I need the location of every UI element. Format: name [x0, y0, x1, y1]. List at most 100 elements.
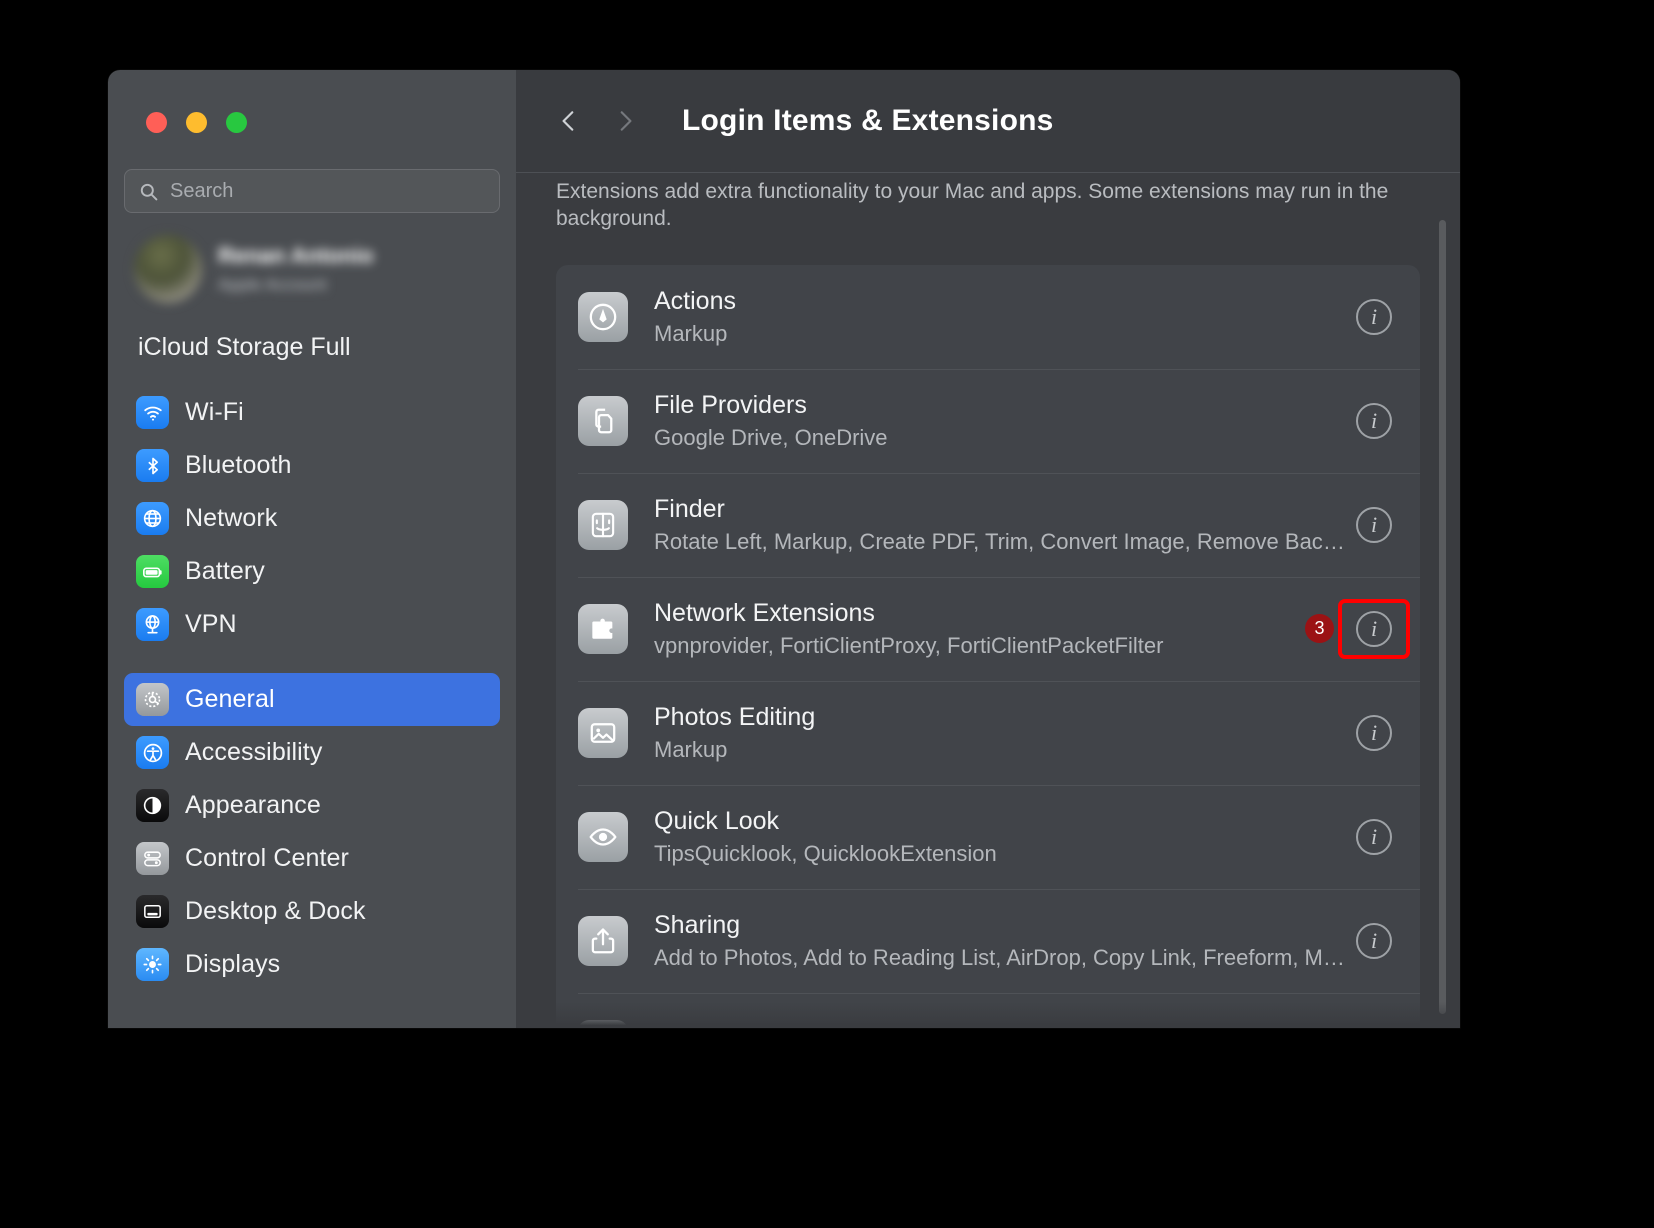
- info-icon[interactable]: i: [1356, 714, 1392, 751]
- file-providers-icon: [578, 395, 628, 446]
- info-button-wrap[interactable]: i: [1356, 506, 1392, 543]
- extension-row-quick-look-right: i: [1356, 818, 1392, 855]
- sidebar-item-label: Wi-Fi: [185, 398, 244, 426]
- eye-icon: [578, 811, 628, 862]
- sidebar-item-label: VPN: [185, 610, 237, 638]
- vpn-globe-icon: [136, 608, 169, 641]
- info-icon[interactable]: i: [1356, 922, 1392, 959]
- info-icon[interactable]: i: [1356, 1026, 1392, 1028]
- markup-pen-icon: [578, 291, 628, 342]
- extension-text: Actions Markup: [654, 287, 1356, 347]
- sidebar-item-accessibility[interactable]: Accessibility: [124, 726, 500, 779]
- info-button-wrap[interactable]: i: [1356, 818, 1392, 855]
- sidebar-item-desktop-dock[interactable]: Desktop & Dock: [124, 885, 500, 938]
- sidebar-item-bluetooth[interactable]: Bluetooth: [124, 439, 500, 492]
- share-icon: [578, 915, 628, 966]
- extension-row-file-providers-right: i: [1356, 402, 1392, 439]
- spotlight-icon: [578, 1019, 628, 1028]
- sidebar-item-vpn[interactable]: VPN: [124, 598, 500, 651]
- sidebar-item-label: Desktop & Dock: [185, 897, 366, 925]
- sidebar: Renan Antonio Apple Account iCloud Stora…: [108, 70, 516, 1028]
- sidebar-item-battery[interactable]: Battery: [124, 545, 500, 598]
- sidebar-item-network[interactable]: Network: [124, 492, 500, 545]
- sidebar-item-label: Bluetooth: [185, 451, 292, 479]
- extension-row-finder[interactable]: Finder Rotate Left, Markup, Create PDF, …: [556, 472, 1420, 577]
- sidebar-group-system: General Accessibility Appearance Control…: [124, 673, 500, 991]
- info-icon[interactable]: i: [1356, 818, 1392, 855]
- puzzle-piece-icon: [578, 603, 628, 654]
- extension-row-photos-editing[interactable]: Photos Editing Markup i: [556, 680, 1420, 785]
- extension-row-finder-right: i: [1356, 506, 1392, 543]
- extension-row-quick-look[interactable]: Quick Look TipsQuicklook, QuicklookExten…: [556, 784, 1420, 889]
- sidebar-item-appearance[interactable]: Appearance: [124, 779, 500, 832]
- info-icon[interactable]: i: [1356, 506, 1392, 543]
- zoom-button[interactable]: [226, 112, 247, 133]
- sidebar-item-label: Displays: [185, 950, 281, 978]
- extension-text: Finder Rotate Left, Markup, Create PDF, …: [654, 495, 1356, 555]
- vertical-scrollbar[interactable]: [1439, 220, 1446, 1014]
- desktop-dock-icon: [136, 895, 169, 928]
- account-subtitle: Apple Account: [218, 275, 327, 294]
- sidebar-item-control-center[interactable]: Control Center: [124, 832, 500, 885]
- close-button[interactable]: [146, 112, 167, 133]
- toolbar: Login Items & Extensions: [516, 70, 1460, 173]
- extension-text: Sharing Add to Photos, Add to Reading Li…: [654, 911, 1356, 971]
- sidebar-item-label: Control Center: [185, 844, 349, 872]
- account-name: Renan Antonio: [218, 243, 374, 268]
- account-text: Renan Antonio Apple Account: [218, 243, 374, 295]
- info-button-wrap[interactable]: i: [1356, 298, 1392, 335]
- extension-subtitle: Add to Photos, Add to Reading List, AirD…: [654, 944, 1345, 970]
- extension-row-spotlight[interactable]: Spotlight i: [556, 992, 1420, 1028]
- info-icon[interactable]: i: [1356, 402, 1392, 439]
- search-input[interactable]: [170, 179, 485, 203]
- info-button-wrap[interactable]: i: [1356, 922, 1392, 959]
- chevron-left-icon[interactable]: [556, 108, 582, 134]
- info-icon[interactable]: i: [1356, 298, 1392, 335]
- extension-title: Finder: [654, 494, 725, 523]
- page-title: Login Items & Extensions: [682, 104, 1054, 137]
- info-button-wrap[interactable]: i: [1356, 402, 1392, 439]
- search-field[interactable]: [124, 169, 500, 213]
- extension-title: Photos Editing: [654, 702, 816, 731]
- wifi-icon: [136, 396, 169, 429]
- info-button-wrap[interactable]: i: [1356, 714, 1392, 751]
- sidebar-nav: Wi-Fi Bluetooth Network Battery VPN Gene…: [108, 386, 516, 991]
- extension-text: Network Extensions vpnprovider, FortiCli…: [654, 599, 1305, 659]
- chevron-right-icon[interactable]: [612, 108, 638, 134]
- sidebar-item-label: Accessibility: [185, 738, 323, 766]
- sidebar-item-wifi[interactable]: Wi-Fi: [124, 386, 500, 439]
- status-badge: 3: [1305, 614, 1334, 644]
- system-settings-window: Renan Antonio Apple Account iCloud Stora…: [108, 70, 1460, 1028]
- detail-pane: Extensions Extensions add extra function…: [516, 70, 1460, 1028]
- sidebar-bottom-fade: [108, 1010, 516, 1028]
- extension-row-network-extensions[interactable]: Network Extensions vpnprovider, FortiCli…: [556, 576, 1420, 681]
- extension-row-actions[interactable]: Actions Markup i: [556, 265, 1420, 369]
- appearance-icon: [136, 789, 169, 822]
- extensions-list: Actions Markup i File Providers Google D…: [556, 264, 1420, 1028]
- extension-title: Quick Look: [654, 806, 780, 835]
- sidebar-item-label: Appearance: [185, 791, 321, 819]
- extension-text: Photos Editing Markup: [654, 703, 1356, 763]
- sidebar-item-displays[interactable]: Displays: [124, 938, 500, 991]
- extension-row-spotlight-right: i: [1356, 1026, 1392, 1028]
- sidebar-item-label: Battery: [185, 557, 265, 585]
- extension-subtitle: Google Drive, OneDrive: [654, 424, 888, 450]
- info-icon[interactable]: i: [1356, 610, 1392, 647]
- extension-row-sharing[interactable]: Sharing Add to Photos, Add to Reading Li…: [556, 888, 1420, 993]
- gear-icon: [136, 683, 169, 716]
- sidebar-item-label: General: [185, 685, 275, 713]
- extension-row-file-providers[interactable]: File Providers Google Drive, OneDrive i: [556, 368, 1420, 473]
- accessibility-icon: [136, 736, 169, 769]
- sidebar-item-general[interactable]: General: [124, 673, 500, 726]
- extension-row-sharing-right: i: [1356, 922, 1392, 959]
- info-button-wrap-highlighted[interactable]: i: [1338, 598, 1410, 659]
- sidebar-group-connectivity: Wi-Fi Bluetooth Network Battery VPN: [124, 386, 500, 651]
- extension-row-photos-editing-right: i: [1356, 714, 1392, 751]
- minimize-button[interactable]: [186, 112, 207, 133]
- detail-scroll-area[interactable]: Extensions Extensions add extra function…: [516, 139, 1460, 1028]
- info-button-wrap[interactable]: i: [1356, 1026, 1392, 1028]
- account-row[interactable]: Renan Antonio Apple Account: [134, 235, 516, 303]
- extension-title: Network Extensions: [654, 598, 875, 627]
- traffic-lights: [108, 70, 516, 133]
- icloud-storage-note[interactable]: iCloud Storage Full: [138, 333, 516, 362]
